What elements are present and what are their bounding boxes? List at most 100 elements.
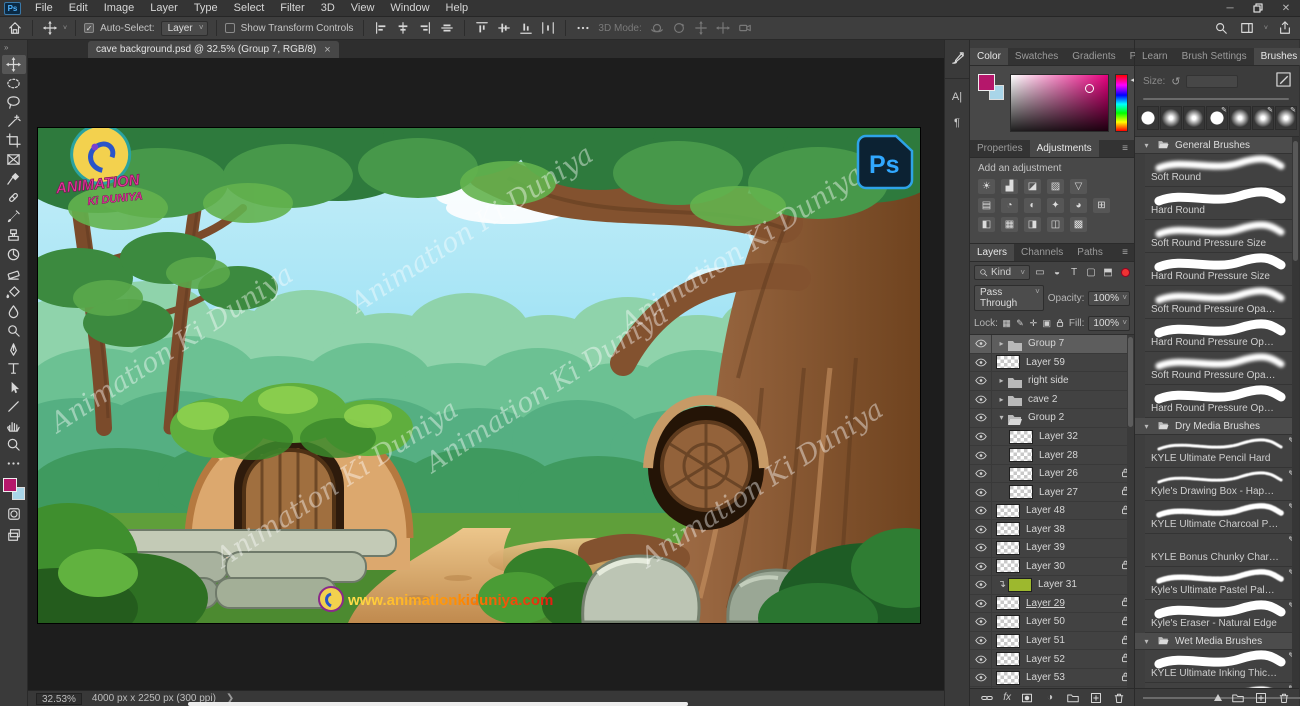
tools-collapse-icon[interactable]: » [0,42,12,55]
recent-brush-tile[interactable] [1137,106,1159,130]
visibility-eye-icon[interactable] [970,465,992,483]
layer-row[interactable]: Layer 53 [970,669,1134,688]
paragraph-panel-icon[interactable]: ¶ [947,113,967,133]
adjustment-gradient-map-icon[interactable]: ◫ [1047,217,1064,232]
brush-preset-tile[interactable]: ✎Kyle's Drawing Box - Happy HB [1145,468,1299,501]
layer-row[interactable]: Layer 38 [970,520,1134,539]
adjustment-channel-mixer-icon[interactable]: ◕ [1070,198,1087,213]
menu-edit[interactable]: Edit [61,0,96,16]
layer-thumbnail[interactable] [1009,430,1033,444]
visibility-eye-icon[interactable] [970,354,992,372]
visibility-eye-icon[interactable] [970,446,992,464]
brush-group-header[interactable]: ▾Wet Media Brushes [1135,633,1299,650]
brush-preset-tile[interactable]: ✎Kyle's Eraser - Natural Edge [1145,600,1299,633]
layer-thumbnail[interactable] [1009,467,1033,481]
brushes-tab-brushes[interactable]: Brushes [1254,48,1300,65]
filter-smart-objects-icon[interactable]: ⬒ [1101,267,1115,278]
delete-layer-icon[interactable] [1112,692,1126,704]
zoom-level-field[interactable]: 32.53% [36,693,82,705]
lock-artboard-icon[interactable]: ▣ [1042,318,1051,329]
tool-wand[interactable] [2,112,26,131]
brush-edit-icon[interactable] [1276,72,1291,90]
hue-slider[interactable] [1115,74,1128,132]
tool-blur[interactable] [2,302,26,321]
adjustments-panel-menu-icon[interactable]: ≡ [1116,140,1134,157]
brush-preset-tile[interactable]: ✎KYLE Ultimate Inking Thick 'n... [1145,650,1299,683]
visibility-eye-icon[interactable] [970,669,992,687]
adjustment-color-balance-icon[interactable]: ◔ [1001,198,1018,213]
filter-adjustment-layers-icon[interactable]: ◒ [1050,267,1064,278]
document-tab[interactable]: cave background.psd @ 32.5% (Group 7, RG… [88,41,339,58]
new-adjustment-layer-icon[interactable]: ◑ [1043,692,1057,703]
layer-thumbnail[interactable] [996,596,1020,610]
tool-clone-stamp[interactable] [2,226,26,245]
layer-group-row[interactable]: ▸cave 2 [970,391,1134,410]
brushes-scrollbar[interactable] [1292,137,1299,688]
layer-thumbnail[interactable] [996,522,1020,536]
tool-zoom[interactable] [2,435,26,454]
saturation-field[interactable] [1010,74,1109,132]
color-tab-color[interactable]: Color [970,48,1008,65]
reset-size-icon[interactable]: ↺ [1171,75,1180,88]
layer-row[interactable]: Layer 29 [970,595,1134,614]
new-group-icon[interactable] [1066,692,1080,704]
recent-brush-tile[interactable] [1229,106,1251,130]
group-twisty-icon[interactable]: ▾ [1141,422,1152,431]
more-options-icon[interactable] [574,20,592,36]
adjustment-vibrance-icon[interactable]: ▽ [1070,179,1087,194]
fill-value[interactable]: 100% [1088,316,1130,331]
filter-pixel-layers-icon[interactable]: ▭ [1033,267,1047,278]
layer-group-row[interactable]: ▸Group 7 [970,335,1134,354]
group-twisty-icon[interactable]: ▾ [1141,637,1152,646]
layer-group-row[interactable]: ▾Group 2 [970,409,1134,428]
distribute-center-icon[interactable] [495,20,513,36]
menu-help[interactable]: Help [438,0,477,16]
color-swatches[interactable] [3,478,25,500]
tool-frame[interactable] [2,150,26,169]
tool-dodge[interactable] [2,321,26,340]
color-cursor[interactable] [1085,84,1094,93]
layer-row[interactable]: Layer 51 [970,632,1134,651]
tool-eyedropper[interactable] [2,169,26,188]
layer-thumbnail[interactable] [1008,578,1032,592]
restore-button[interactable] [1244,0,1272,16]
quick-mask-icon[interactable] [7,507,21,524]
layer-row[interactable]: Layer 48 [970,502,1134,521]
preview-size-slider[interactable] [1143,694,1222,701]
menu-filter[interactable]: Filter [272,0,312,16]
close-button[interactable]: ✕ [1272,0,1300,16]
layer-mask-icon[interactable] [1020,692,1034,704]
visibility-eye-icon[interactable] [970,539,992,557]
layer-row[interactable]: Layer 28 [970,446,1134,465]
visibility-eye-icon[interactable] [970,372,992,390]
canvas-pasteboard[interactable]: Animation Ki Duniya Animation Ki Duniya … [28,58,944,690]
align-right-icon[interactable] [416,20,434,36]
layer-row[interactable]: ↴Layer 31 [970,576,1134,595]
share-icon[interactable] [1276,20,1294,36]
menu-type[interactable]: Type [186,0,226,16]
layers-tab-layers[interactable]: Layers [970,244,1014,261]
layer-thumbnail[interactable] [996,634,1020,648]
tool-path-select[interactable] [2,378,26,397]
brush-group-header[interactable]: ▾Dry Media Brushes [1135,418,1299,435]
recent-brush-tile[interactable] [1160,106,1182,130]
workspace-switcher-icon[interactable] [1238,20,1256,36]
layer-row[interactable]: Layer 30 [970,558,1134,577]
layer-thumbnail[interactable] [996,355,1020,369]
adjustment-invert-icon[interactable]: ◧ [978,217,995,232]
tool-type[interactable] [2,359,26,378]
adjustment-color-lookup-icon[interactable]: ⊞ [1093,198,1110,213]
group-twisty-icon[interactable]: ▸ [996,376,1007,385]
brush-preset-tile[interactable]: ✎Kyle's Ultimate Pastel Palooza [1145,567,1299,600]
layer-thumbnail[interactable] [1009,448,1033,462]
foreground-color-swatch[interactable] [3,478,17,492]
layer-thumbnail[interactable] [996,615,1020,629]
move-tool-preset-icon[interactable] [41,20,59,36]
visibility-eye-icon[interactable] [970,613,992,631]
layers-tab-channels[interactable]: Channels [1014,244,1070,261]
layer-style-icon[interactable]: fx [1003,692,1011,703]
distribute-bottom-icon[interactable] [517,20,535,36]
tool-edit-toolbar[interactable] [2,454,26,473]
brush-preset-tile[interactable]: ✎Kyle's Inkbox - Classic Cartoon... [1145,683,1299,688]
show-transform-checkbox[interactable] [225,23,235,33]
